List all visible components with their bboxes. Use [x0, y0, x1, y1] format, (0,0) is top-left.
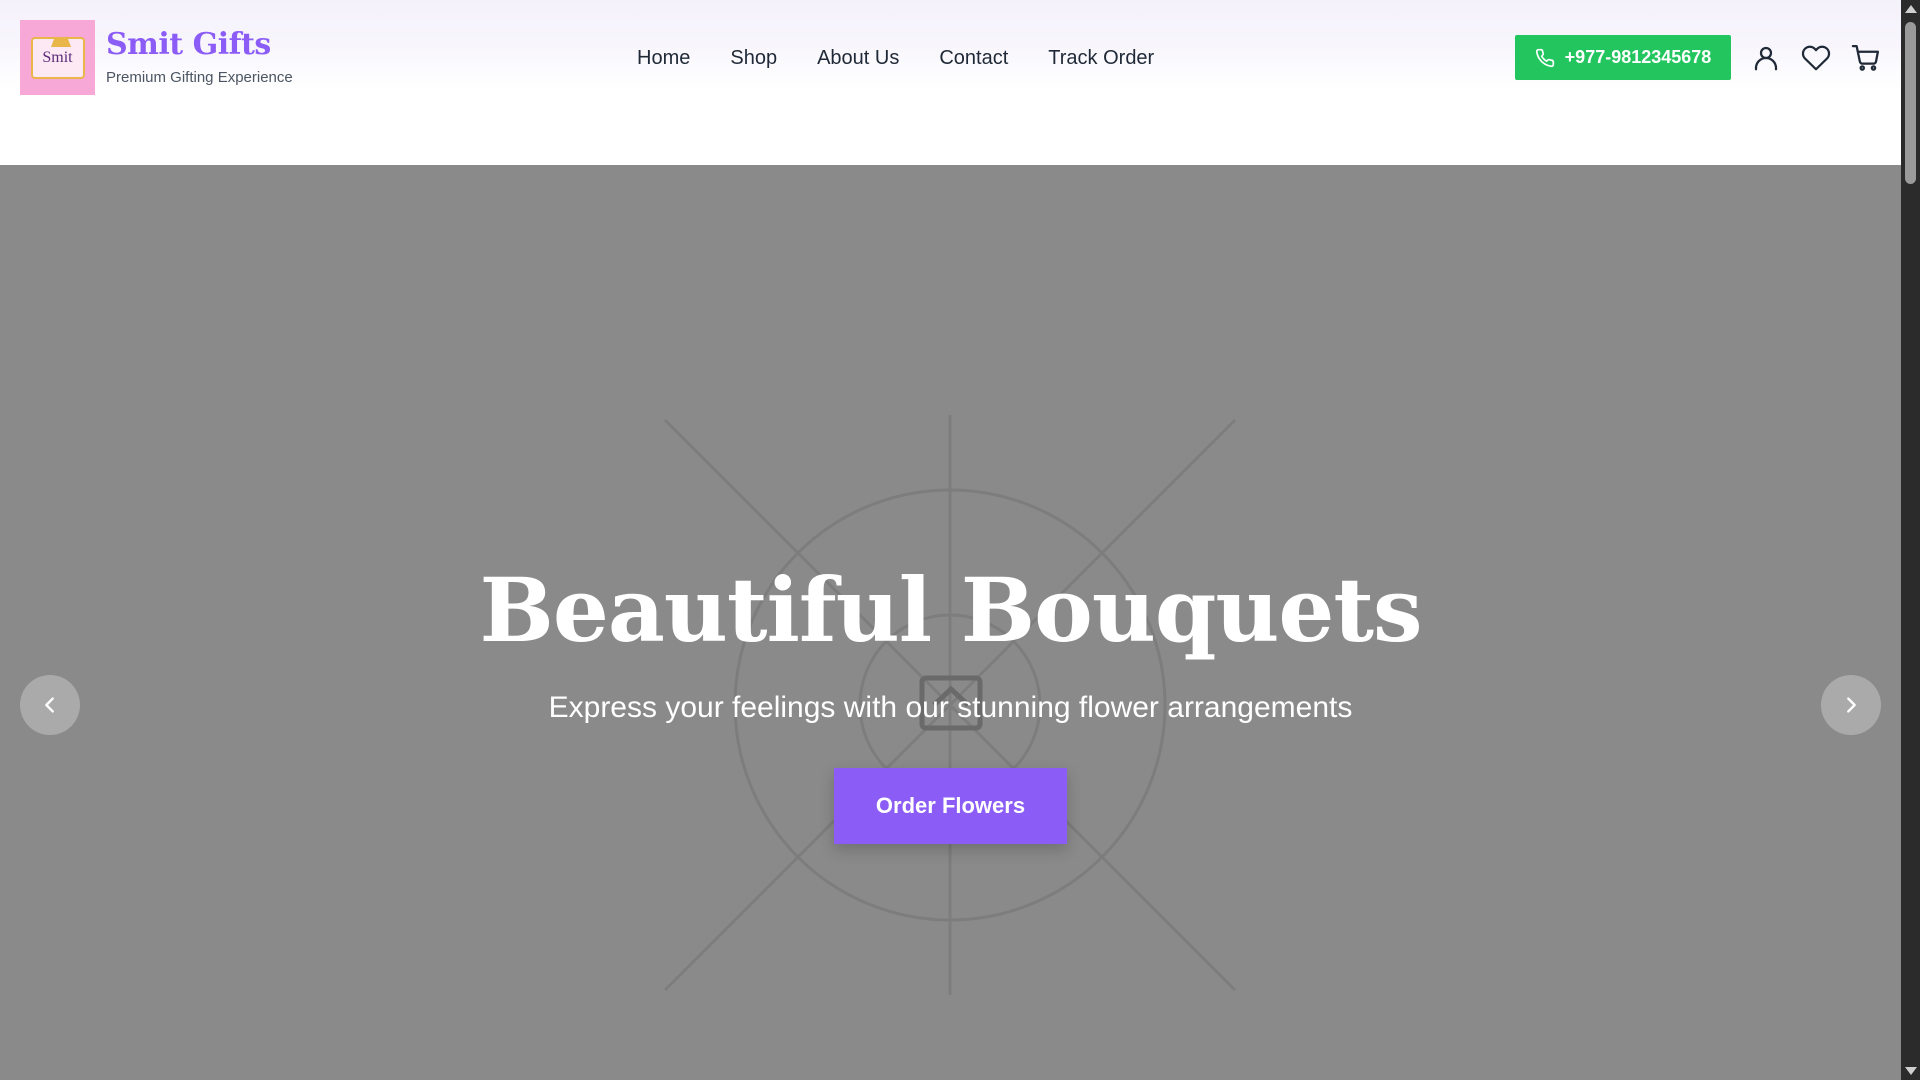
nav-track-order[interactable]: Track Order	[1048, 45, 1154, 71]
phone-button[interactable]: +977-9812345678	[1515, 35, 1731, 80]
nav-contact[interactable]: Contact	[939, 45, 1008, 71]
hero-title: Beautiful Bouquets	[479, 558, 1422, 662]
scroll-down-arrow-icon[interactable]	[1905, 1067, 1917, 1075]
hero-subtitle: Express your feelings with our stunning …	[548, 691, 1353, 724]
logo-link[interactable]: Smit Smit Gifts Premium Gifting Experien…	[20, 20, 293, 95]
slider-prev-button[interactable]	[20, 675, 80, 735]
nav-about-us[interactable]: About Us	[817, 45, 899, 71]
phone-number: +977-9812345678	[1564, 47, 1712, 67]
hero-slider: Beautiful Bouquets Express your feelings…	[0, 165, 1901, 1080]
logo-badge: Smit	[30, 36, 85, 79]
chevron-right-icon	[1847, 697, 1856, 713]
brand-name: Smit Gifts	[106, 27, 271, 62]
scroll-up-arrow-icon[interactable]	[1905, 5, 1917, 13]
phone-icon	[1535, 48, 1554, 67]
nav-home[interactable]: Home	[637, 45, 690, 71]
slider-next-button[interactable]	[1821, 675, 1881, 735]
site-header: Smit Smit Gifts Premium Gifting Experien…	[0, 0, 1901, 165]
chevron-left-icon	[45, 697, 54, 713]
heart-icon[interactable]	[1801, 43, 1831, 73]
brand-block: Smit Gifts Premium Gifting Experience	[106, 27, 293, 87]
user-icon[interactable]	[1751, 43, 1781, 73]
brand-tagline: Premium Gifting Experience	[106, 69, 293, 86]
page-scrollbar[interactable]	[1901, 0, 1920, 1080]
order-flowers-button[interactable]: Order Flowers	[834, 768, 1067, 844]
logo: Smit	[20, 20, 95, 95]
main-nav: Home Shop About Us Contact Track Order	[637, 45, 1194, 71]
cart-icon[interactable]	[1851, 43, 1881, 73]
logo-text: Smit	[42, 48, 73, 66]
crown-icon	[50, 31, 71, 47]
scrollbar-thumb[interactable]	[1905, 22, 1916, 184]
nav-shop[interactable]: Shop	[730, 45, 777, 71]
